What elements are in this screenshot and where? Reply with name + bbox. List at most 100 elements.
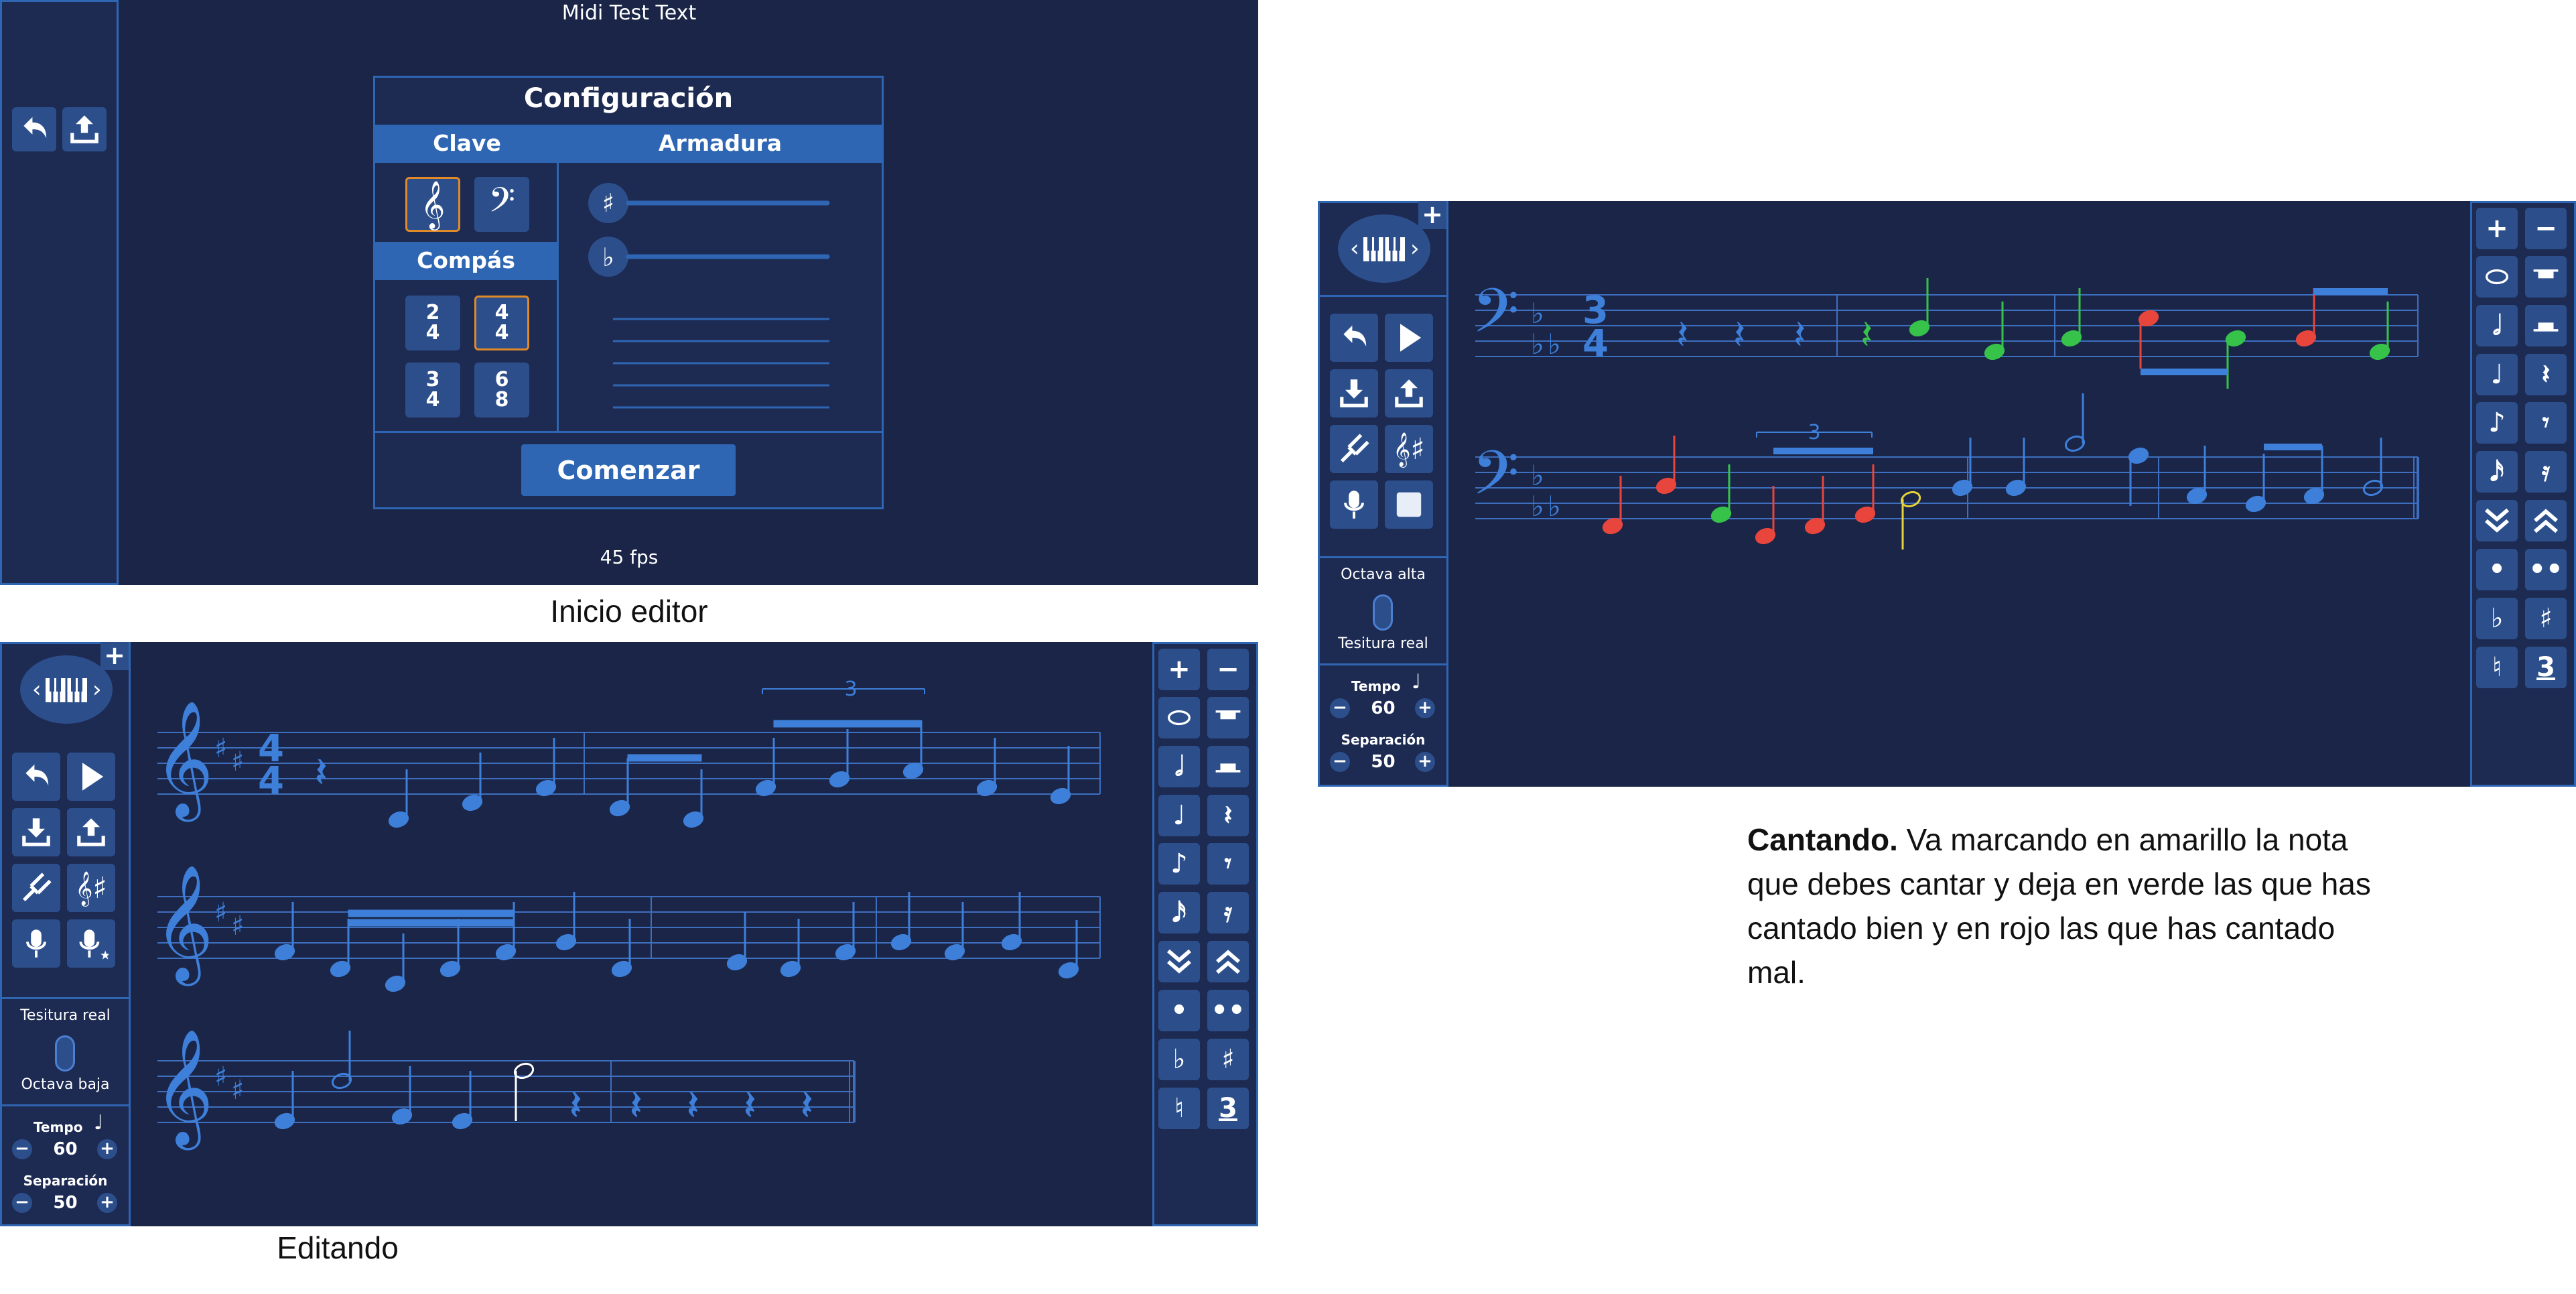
singing-score: 𝄢 𝄢 ♭♭ ♭ ♭♭ ♭ 3 4 3 𝄽 𝄽 𝄽 𝄽: [1472, 275, 2419, 549]
eighth-rest-button[interactable]: 𝄾: [2525, 402, 2567, 444]
quarter-rest: 𝄽: [744, 1082, 756, 1129]
description-bold: Cantando.: [1747, 822, 1898, 857]
eighth-rest-button[interactable]: 𝄾: [1207, 843, 1249, 885]
note-beam: [348, 909, 515, 917]
singing-screen: + ‹ › 𝄞♯ Octava alta Tesitura real Tempo…: [1318, 201, 2576, 787]
chevron-double-up-icon: [2534, 509, 2558, 533]
editing-screen: + ‹ › 𝄞♯ ★ Tesitura real Octava baja Tem…: [0, 642, 1258, 1226]
triplet-button[interactable]: 3: [2525, 647, 2567, 688]
dot-button[interactable]: •: [1158, 990, 1200, 1031]
chevron-double-down-icon: [1167, 949, 1191, 974]
upload-button[interactable]: [62, 107, 107, 151]
dialog-footer-divider: [375, 431, 882, 433]
svg-text:𝄞: 𝄞: [154, 700, 214, 822]
whole-rest-icon: [2533, 269, 2559, 279]
svg-text:♭: ♭: [1548, 490, 1561, 523]
dot-button[interactable]: •: [2476, 549, 2518, 590]
eighth-note-button[interactable]: ♪: [1158, 843, 1200, 885]
svg-text:𝄞: 𝄞: [154, 864, 214, 986]
half-note-button[interactable]: 𝅗𝅥: [2476, 305, 2518, 346]
sixteenth-rest-button[interactable]: 𝄿: [1207, 892, 1249, 933]
natural-button[interactable]: ♮: [1158, 1088, 1200, 1129]
quarter-rest: 𝄽: [569, 1082, 582, 1129]
quarter-note-button[interactable]: ♩: [1158, 795, 1200, 836]
sharp-button[interactable]: ♯: [1207, 1039, 1249, 1080]
quarter-rest: 𝄽: [1676, 312, 1688, 359]
svg-text:♭: ♭: [1531, 459, 1544, 492]
fps-counter: 45 fps: [600, 546, 659, 568]
zoom-out-button[interactable]: −: [1207, 649, 1249, 690]
time-signature-bottom: 4: [258, 759, 284, 803]
window-title: Midi Test Text: [561, 1, 697, 25]
eighth-note-button[interactable]: ♪: [2476, 402, 2518, 444]
svg-text:♯: ♯: [231, 1075, 244, 1106]
flat-button[interactable]: ♭: [1158, 1039, 1200, 1080]
whole-rest-icon: [1215, 710, 1241, 720]
svg-text:♭: ♭: [1531, 490, 1544, 523]
move-up-button[interactable]: [1207, 941, 1249, 982]
quarter-rest: 𝄽: [315, 749, 327, 796]
quarter-rest: 𝄽: [1793, 312, 1806, 359]
time-signature-bottom: 4: [1582, 322, 1609, 366]
half-rest-button[interactable]: [1207, 746, 1249, 787]
whole-note-button[interactable]: ⬭: [1158, 697, 1200, 738]
upload-icon: [70, 115, 98, 143]
configuration-dialog: Configuración Clave Armadura 𝄞 𝄢 Compás …: [373, 76, 884, 509]
quarter-rest: 𝄽: [1733, 312, 1745, 359]
svg-text:♯: ♯: [214, 733, 227, 764]
inicio-editor-screen: Midi Test Text Configuración Clave Armad…: [0, 0, 1258, 585]
tuplet-label: 3: [844, 677, 857, 701]
sixteenth-note-button[interactable]: 𝅘𝅥𝅯: [1158, 892, 1200, 933]
undo-icon: [23, 117, 47, 138]
note-beam: [2141, 369, 2228, 375]
editando-caption: Editando: [277, 1230, 399, 1265]
start-button[interactable]: Comenzar: [521, 444, 736, 496]
note-beam: [348, 919, 515, 927]
note-beam: [773, 720, 922, 728]
svg-text:𝄞: 𝄞: [154, 1029, 214, 1151]
double-dot-button[interactable]: ••: [1207, 990, 1249, 1031]
key-signature-sliders: ♯ ♭: [588, 183, 830, 409]
half-rest-icon: [1215, 763, 1241, 773]
quarter-rest: 𝄽: [1860, 312, 1873, 359]
svg-text:♭: ♭: [1531, 328, 1544, 361]
whole-rest-button[interactable]: [1207, 697, 1249, 738]
svg-text:♭: ♭: [602, 243, 614, 272]
chevron-double-down-icon: [2485, 508, 2509, 533]
sixteenth-note-button[interactable]: 𝅘𝅥𝅯: [2476, 451, 2518, 493]
svg-text:𝄢: 𝄢: [1472, 438, 1519, 523]
quarter-rest-button[interactable]: 𝄽: [1207, 795, 1249, 836]
svg-text:♭: ♭: [1548, 328, 1561, 361]
quarter-rest: 𝄽: [630, 1082, 642, 1129]
double-dot-button[interactable]: ••: [2525, 549, 2567, 590]
triplet-button[interactable]: 3: [1207, 1088, 1249, 1129]
note-beam: [1773, 448, 1873, 454]
move-up-button[interactable]: [2525, 500, 2567, 541]
flat-button[interactable]: ♭: [2476, 598, 2518, 639]
half-note-button[interactable]: 𝅗𝅥: [1158, 746, 1200, 787]
move-down-button[interactable]: [1158, 941, 1200, 982]
quarter-rest-button[interactable]: 𝄽: [2525, 354, 2567, 395]
whole-rest-button[interactable]: [2525, 256, 2567, 298]
natural-button[interactable]: ♮: [2476, 647, 2518, 688]
sixteenth-rest-button[interactable]: 𝄿: [2525, 451, 2567, 493]
half-rest-button[interactable]: [2525, 305, 2567, 346]
note-beam: [627, 754, 702, 762]
zoom-in-button[interactable]: +: [2476, 208, 2518, 249]
quarter-rest: 𝄽: [687, 1082, 699, 1129]
singing-description: Cantando. Va marcando en amarillo la not…: [1747, 818, 2384, 994]
note-beam: [2314, 288, 2388, 295]
whole-note-button[interactable]: ⬭: [2476, 256, 2518, 298]
tuplet-label: 3: [1808, 421, 1820, 444]
svg-text:♭: ♭: [1531, 297, 1544, 330]
chevron-double-up-icon: [1216, 950, 1240, 974]
move-down-button[interactable]: [2476, 500, 2518, 541]
svg-text:♯: ♯: [214, 897, 227, 928]
zoom-in-button[interactable]: +: [1158, 649, 1200, 690]
sharp-button[interactable]: ♯: [2525, 598, 2567, 639]
zoom-out-button[interactable]: −: [2525, 208, 2567, 249]
undo-button[interactable]: [12, 107, 56, 151]
quarter-rest: 𝄽: [801, 1082, 813, 1129]
quarter-note-button[interactable]: ♩: [2476, 354, 2518, 395]
svg-text:♯: ♯: [231, 747, 244, 777]
